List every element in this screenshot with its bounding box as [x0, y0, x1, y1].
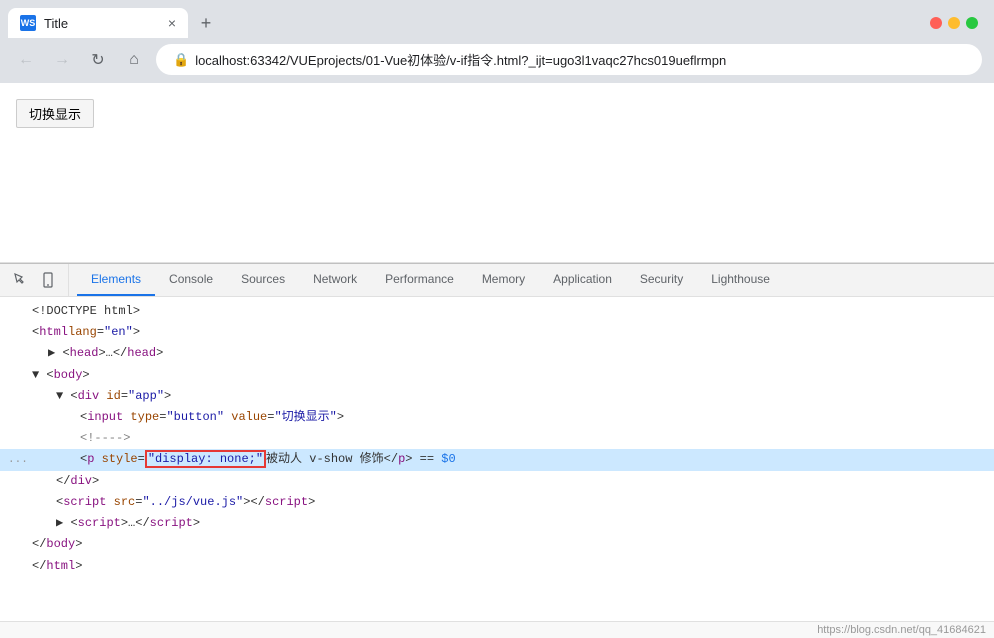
window-maximize-button[interactable]	[966, 17, 978, 29]
code-line-p-highlighted[interactable]: ... <p style="display: none;"被动人 v-show …	[0, 449, 994, 471]
tab-security[interactable]: Security	[626, 264, 697, 296]
device-toolbar-icon[interactable]	[36, 268, 60, 292]
code-line-comment: <!---->	[0, 428, 994, 449]
devtools-icon-group	[8, 264, 69, 296]
reload-button[interactable]: ↻	[84, 46, 112, 74]
code-line-script1: <script src="../js/vue.js"></script>	[0, 492, 994, 513]
tab-memory[interactable]: Memory	[468, 264, 539, 296]
page-content: 切换显示	[0, 83, 994, 263]
code-line-script2[interactable]: ▶ <script>…</script>	[0, 513, 994, 534]
url-text: localhost:63342/VUEprojects/01-Vue初体验/v-…	[195, 50, 726, 69]
toggle-display-button[interactable]: 切换显示	[16, 99, 94, 128]
tab-bar: WS Title × +	[0, 0, 994, 38]
window-controls	[930, 17, 986, 29]
tab-elements[interactable]: Elements	[77, 264, 155, 296]
code-line-html: <html lang="en">	[0, 322, 994, 343]
devtools-tabs: Elements Console Sources Network Perform…	[77, 264, 986, 296]
tab-console[interactable]: Console	[155, 264, 227, 296]
code-line-div-open[interactable]: ▼ <div id="app">	[0, 386, 994, 407]
code-line-input: <input type="button" value="切换显示">	[0, 407, 994, 428]
url-bar[interactable]: 🔒 localhost:63342/VUEprojects/01-Vue初体验/…	[156, 44, 982, 75]
code-line-body-open[interactable]: ▼ <body>	[0, 365, 994, 386]
new-tab-button[interactable]: +	[192, 9, 220, 37]
address-bar: ← → ↻ ⌂ 🔒 localhost:63342/VUEprojects/01…	[0, 38, 994, 83]
code-line-doctype: <!DOCTYPE html>	[0, 301, 994, 322]
tab-application[interactable]: Application	[539, 264, 626, 296]
devtools-code-panel: <!DOCTYPE html> <html lang="en"> ▶ <head…	[0, 297, 994, 621]
tab-sources[interactable]: Sources	[227, 264, 299, 296]
home-button[interactable]: ⌂	[120, 46, 148, 74]
forward-button[interactable]: →	[48, 46, 76, 74]
close-tab-button[interactable]: ×	[168, 16, 176, 30]
lock-icon: 🔒	[173, 52, 189, 68]
back-button[interactable]: ←	[12, 46, 40, 74]
code-line-html-close: </html>	[0, 556, 994, 577]
tab-lighthouse[interactable]: Lighthouse	[697, 264, 784, 296]
footer-watermark: https://blog.csdn.net/qq_41684621	[0, 621, 994, 638]
window-minimize-button[interactable]	[948, 17, 960, 29]
favicon: WS	[20, 15, 36, 31]
tab-network[interactable]: Network	[299, 264, 371, 296]
inspect-element-icon[interactable]	[8, 268, 32, 292]
browser-window: WS Title × + ← → ↻ ⌂ 🔒 localhost:63342/V…	[0, 0, 994, 638]
devtools-panel: Elements Console Sources Network Perform…	[0, 263, 994, 621]
window-close-button[interactable]	[930, 17, 942, 29]
devtools-toolbar: Elements Console Sources Network Perform…	[0, 264, 994, 297]
browser-tab[interactable]: WS Title ×	[8, 8, 188, 38]
code-line-head[interactable]: ▶ <head>…</head>	[0, 343, 994, 364]
code-line-body-close: </body>	[0, 534, 994, 555]
tab-title: Title	[44, 16, 160, 31]
code-line-div-close: </div>	[0, 471, 994, 492]
tab-performance[interactable]: Performance	[371, 264, 468, 296]
